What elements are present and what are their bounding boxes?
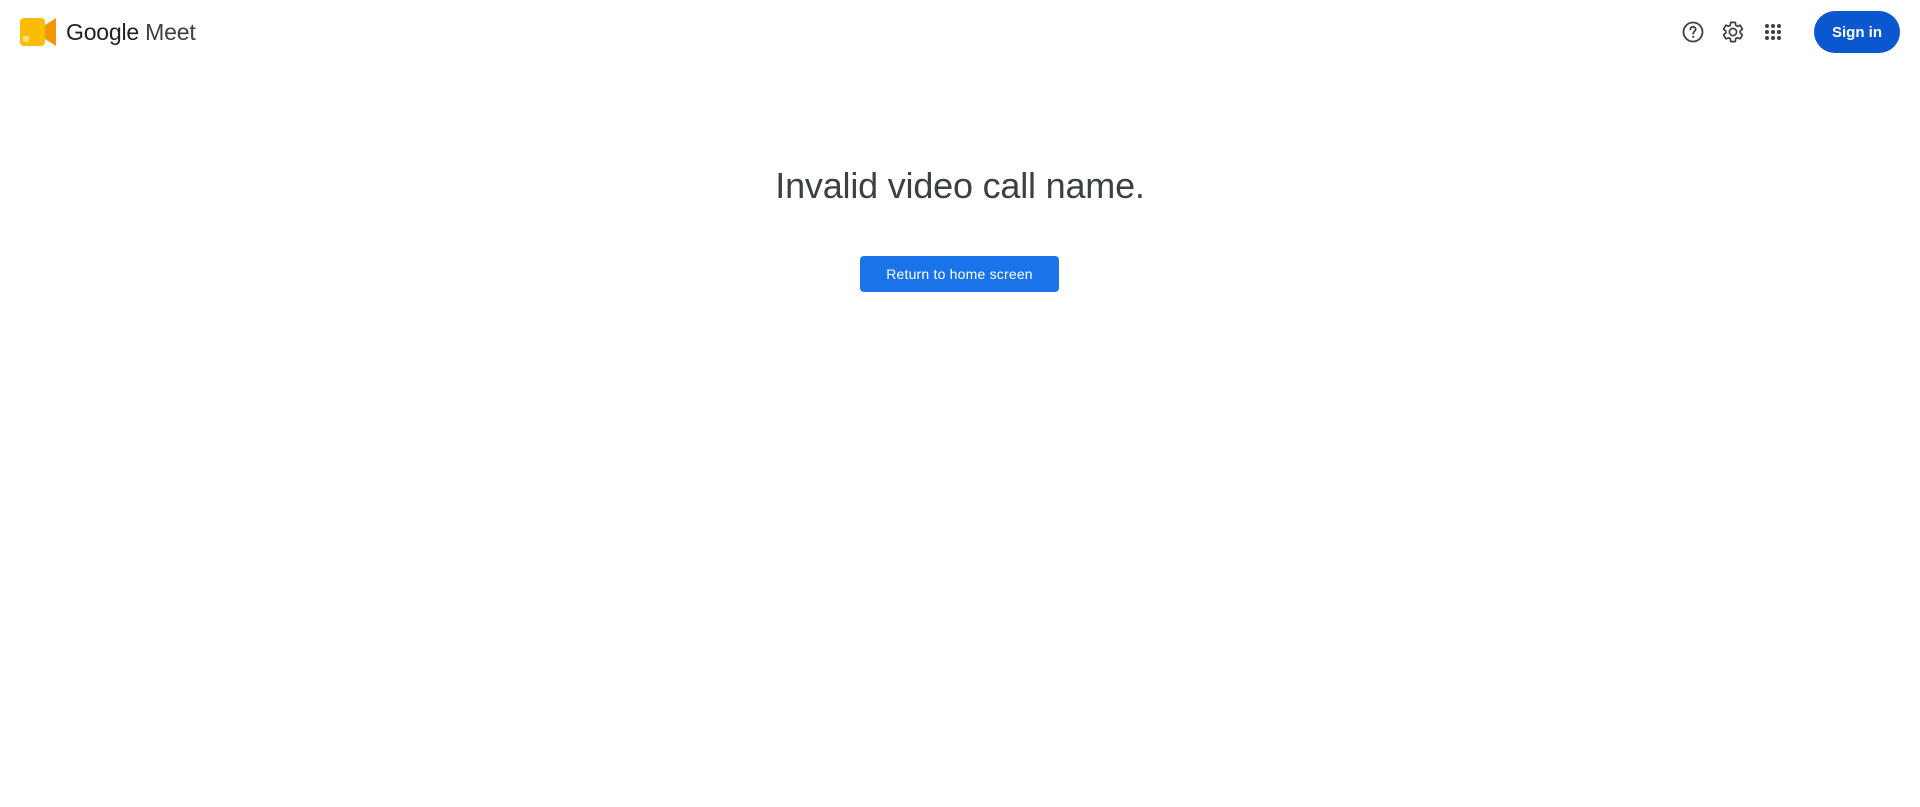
main-content: Invalid video call name. Return to home … xyxy=(0,0,1920,807)
top-bar: Google Meet Sign in xyxy=(0,0,1920,64)
google-apps-button[interactable] xyxy=(1753,12,1793,52)
google-meet-home-link[interactable]: Google Meet xyxy=(20,15,196,49)
google-meet-logo-icon xyxy=(20,18,56,46)
brand-google: Google xyxy=(66,18,139,45)
apps-grid-icon xyxy=(1765,24,1781,40)
settings-button[interactable] xyxy=(1713,12,1753,52)
help-button[interactable] xyxy=(1673,12,1713,52)
return-to-home-button[interactable]: Return to home screen xyxy=(860,256,1059,292)
sign-in-button[interactable]: Sign in xyxy=(1814,11,1900,53)
error-title: Invalid video call name. xyxy=(775,165,1145,206)
brand-name: Google Meet xyxy=(66,19,196,46)
gear-icon xyxy=(1722,21,1744,43)
header-actions: Sign in xyxy=(1673,11,1900,53)
help-circle-icon xyxy=(1682,21,1704,43)
brand-meet: Meet xyxy=(145,18,196,45)
